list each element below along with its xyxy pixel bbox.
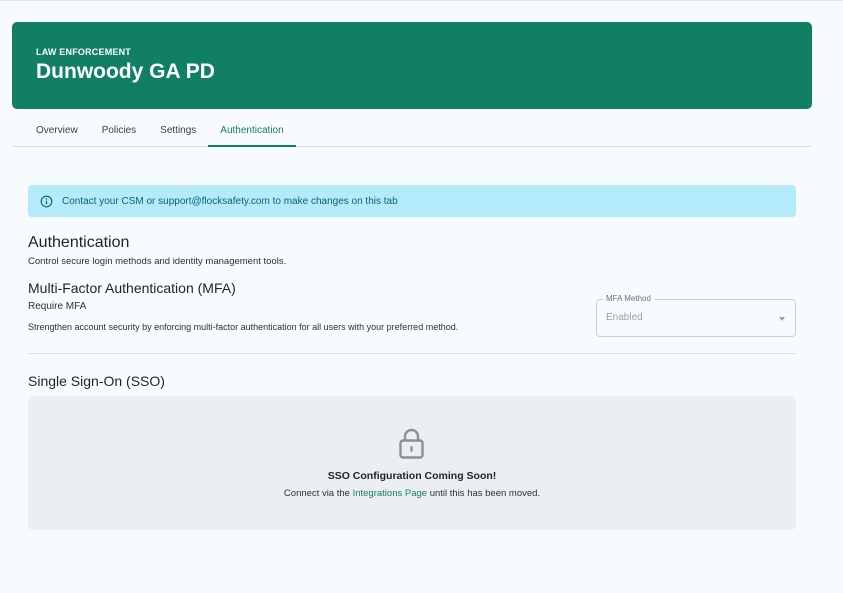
tab-authentication[interactable]: Authentication: [208, 117, 296, 147]
sso-card: SSO Configuration Coming Soon! Connect v…: [28, 396, 796, 530]
info-banner: Contact your CSM or support@flocksafety.…: [28, 185, 796, 217]
agency-name: Dunwoody GA PD: [36, 60, 215, 83]
mfa-method-label: MFA Method: [603, 294, 654, 303]
banner-text: Contact your CSM or support@flocksafety.…: [62, 195, 398, 207]
integrations-page-link[interactable]: Integrations Page: [353, 488, 427, 499]
connect-suffix: until this has been moved.: [427, 488, 541, 499]
agency-type: LAW ENFORCEMENT: [36, 47, 131, 57]
tab-overview[interactable]: Overview: [12, 117, 90, 147]
mfa-method-value: Enabled: [606, 312, 643, 323]
sso-coming-soon: SSO Configuration Coming Soon!: [327, 470, 497, 482]
require-mfa-label: Require MFA: [28, 301, 87, 312]
chevron-down-icon: [779, 317, 785, 321]
top-divider: [0, 0, 843, 1]
connect-prefix: Connect via the: [283, 488, 353, 499]
tab-policies[interactable]: Policies: [90, 117, 148, 147]
info-icon: [40, 195, 53, 207]
agency-header: LAW ENFORCEMENT Dunwoody GA PD: [12, 22, 812, 109]
authentication-subtitle: Control secure login methods and identit…: [28, 256, 287, 267]
mfa-description: Strengthen account security by enforcing…: [28, 322, 459, 332]
tab-bar: Overview Policies Settings Authenticatio…: [12, 117, 812, 147]
tab-settings[interactable]: Settings: [148, 117, 208, 147]
mfa-title: Multi-Factor Authentication (MFA): [28, 280, 236, 296]
mfa-method-select[interactable]: MFA Method Enabled: [596, 294, 796, 337]
lock-icon: [399, 428, 424, 459]
section-divider: [28, 353, 796, 354]
sso-connect-text: Connect via the Integrations Page until …: [28, 488, 796, 499]
sso-title: Single Sign-On (SSO): [28, 373, 165, 389]
authentication-title: Authentication: [28, 234, 130, 251]
